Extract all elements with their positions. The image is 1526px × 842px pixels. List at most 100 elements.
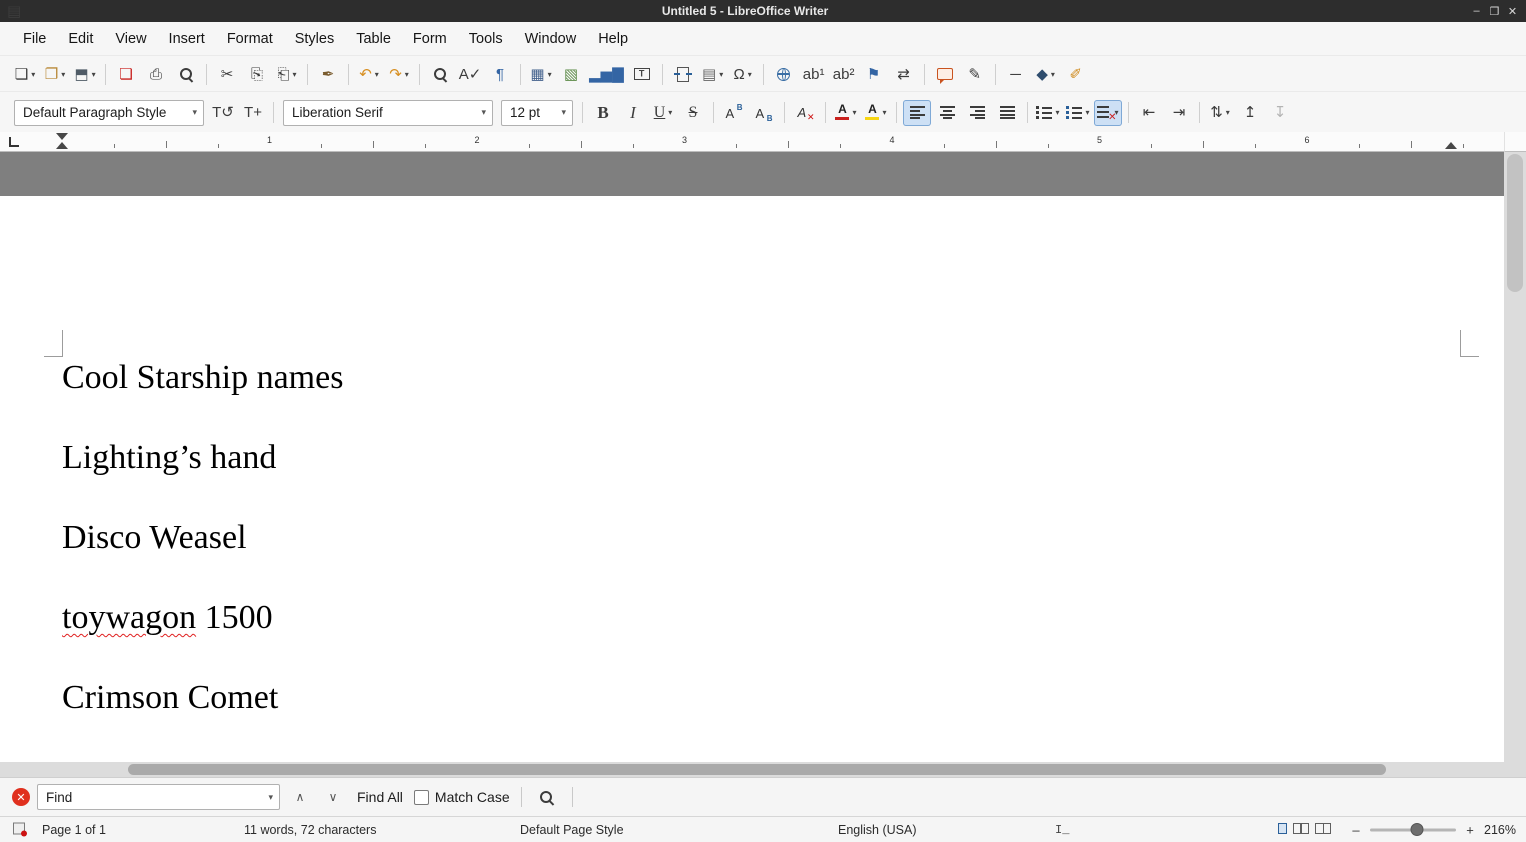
chevron-down-icon[interactable]: ▾ <box>188 107 201 118</box>
right-indent-marker[interactable] <box>1445 142 1457 149</box>
underline-button[interactable]: U▾ <box>649 100 677 126</box>
paragraph[interactable]: toywagon 1500 <box>62 596 1474 640</box>
insert-endnote-button[interactable]: ab² <box>830 61 858 87</box>
single-page-view-button[interactable] <box>1278 823 1287 837</box>
font-size-combobox[interactable]: 12 pt▾ <box>501 100 573 126</box>
dropdown-arrow-icon[interactable]: ▾ <box>668 108 672 117</box>
ruler[interactable]: 123456 <box>0 132 1504 152</box>
font-name-combobox[interactable]: Liberation Serif▾ <box>283 100 493 126</box>
redo-button[interactable]: ↷▾ <box>385 61 413 87</box>
find-previous-button[interactable]: ∧ <box>287 785 313 809</box>
menu-insert[interactable]: Insert <box>158 26 216 52</box>
copy-button[interactable]: ⎘ <box>243 61 271 87</box>
chevron-down-icon[interactable]: ▾ <box>477 107 490 118</box>
bold-button[interactable]: B <box>589 100 617 126</box>
formatting-marks-button[interactable]: ¶ <box>486 61 514 87</box>
insert-field-button[interactable]: ▤▾ <box>699 61 727 87</box>
menu-table[interactable]: Table <box>345 26 402 52</box>
ordered-list-button[interactable]: ▾ <box>1064 100 1092 126</box>
find-next-button[interactable]: ∨ <box>320 785 346 809</box>
open-file-button[interactable]: ❐▾ <box>41 61 69 87</box>
line-spacing-button[interactable]: ⇅▾ <box>1206 100 1234 126</box>
page[interactable]: Cool Starship namesLighting’s handDisco … <box>0 196 1504 762</box>
multi-page-view-button[interactable] <box>1293 823 1309 837</box>
find-all-button[interactable]: Find All <box>353 787 407 807</box>
insert-comment-button[interactable] <box>931 61 959 87</box>
paragraph-style-combobox[interactable]: Default Paragraph Style▾ <box>14 100 204 126</box>
undo-button[interactable]: ↶▾ <box>355 61 383 87</box>
paragraph[interactable]: Crimson Comet <box>62 676 1474 720</box>
font-color-button[interactable]: ▾ <box>832 100 860 126</box>
export-pdf-button[interactable]: ❏ <box>112 61 140 87</box>
language-status[interactable]: English (USA) <box>838 823 917 837</box>
insert-bookmark-button[interactable]: ⚑ <box>860 61 888 87</box>
unsaved-changes-button[interactable] <box>13 822 25 837</box>
track-changes-button[interactable]: ✎ <box>961 61 989 87</box>
dropdown-arrow-icon[interactable]: ▾ <box>405 70 409 79</box>
menu-tools[interactable]: Tools <box>458 26 514 52</box>
print-button[interactable]: ⎙ <box>142 61 170 87</box>
insert-line-button[interactable]: ─ <box>1002 61 1030 87</box>
close-button[interactable]: ✕ <box>1505 5 1520 18</box>
dropdown-arrow-icon[interactable]: ▾ <box>852 108 856 117</box>
chevron-down-icon[interactable]: ▾ <box>557 107 570 118</box>
zoom-out-button[interactable]: – <box>1350 822 1362 837</box>
align-left-button[interactable] <box>903 100 931 126</box>
italic-button[interactable]: I <box>619 100 647 126</box>
menu-styles[interactable]: Styles <box>284 26 346 52</box>
dropdown-arrow-icon[interactable]: ▾ <box>1055 108 1059 117</box>
page-style-status[interactable]: Default Page Style <box>520 823 624 837</box>
paragraph[interactable]: Lighting’s hand <box>62 436 1474 480</box>
menu-help[interactable]: Help <box>587 26 639 52</box>
zoom-level-status[interactable]: 216% <box>1484 823 1516 837</box>
menu-form[interactable]: Form <box>402 26 458 52</box>
dropdown-arrow-icon[interactable]: ▾ <box>293 70 297 79</box>
close-find-bar-button[interactable]: ✕ <box>12 788 30 806</box>
dropdown-arrow-icon[interactable]: ▾ <box>748 70 752 79</box>
spelling-button[interactable]: A✓ <box>456 61 484 87</box>
dropdown-arrow-icon[interactable]: ▾ <box>31 70 35 79</box>
menu-view[interactable]: View <box>104 26 157 52</box>
align-justify-button[interactable] <box>993 100 1021 126</box>
show-draw-functions-button[interactable]: ✐ <box>1062 61 1090 87</box>
decrease-indent-button[interactable]: ⇤ <box>1135 100 1163 126</box>
superscript-button[interactable] <box>720 100 748 126</box>
highlight-color-button[interactable]: ▾ <box>862 100 890 126</box>
page-number-status[interactable]: Page 1 of 1 <box>42 823 106 837</box>
vertical-scrollbar[interactable] <box>1504 152 1526 762</box>
insert-footnote-button[interactable]: ab¹ <box>800 61 828 87</box>
minimize-button[interactable]: – <box>1469 5 1484 18</box>
left-indent-marker[interactable] <box>56 142 68 149</box>
dropdown-arrow-icon[interactable]: ▾ <box>719 70 723 79</box>
dropdown-arrow-icon[interactable]: ▾ <box>92 70 96 79</box>
menu-file[interactable]: File <box>12 26 57 52</box>
find-and-replace-button[interactable] <box>426 61 454 87</box>
increase-indent-button[interactable]: ⇥ <box>1165 100 1193 126</box>
tab-stop-selector-icon[interactable] <box>9 137 19 147</box>
paragraph[interactable]: Disco Weasel <box>62 516 1474 560</box>
clear-formatting-button[interactable] <box>791 100 819 126</box>
new-document-button[interactable]: ❏▾ <box>11 61 39 87</box>
insert-special-character-button[interactable]: Ω▾ <box>729 61 757 87</box>
vertical-scrollbar-thumb[interactable] <box>1507 154 1523 292</box>
insert-cross-reference-button[interactable]: ⇄ <box>890 61 918 87</box>
find-and-replace-dialog-button[interactable] <box>533 784 561 810</box>
unordered-list-button[interactable]: ▾ <box>1034 100 1062 126</box>
increase-paragraph-spacing-button[interactable]: ↥ <box>1236 100 1264 126</box>
zoom-slider-handle[interactable] <box>1411 823 1424 836</box>
align-center-button[interactable] <box>933 100 961 126</box>
find-search-combobox[interactable]: Find ▾ <box>37 784 280 810</box>
insert-chart-button[interactable]: ▂▅▇ <box>587 61 626 87</box>
new-style-button[interactable]: T+ <box>239 100 267 126</box>
match-case-option[interactable]: Match Case <box>414 789 510 805</box>
page-text[interactable]: Cool Starship namesLighting’s handDisco … <box>62 356 1474 756</box>
first-line-indent-marker[interactable] <box>56 133 68 140</box>
chevron-down-icon[interactable]: ▾ <box>264 792 277 803</box>
dropdown-arrow-icon[interactable]: ▾ <box>548 70 552 79</box>
dropdown-arrow-icon[interactable]: ▾ <box>1085 108 1089 117</box>
dropdown-arrow-icon[interactable]: ▾ <box>1051 70 1055 79</box>
insert-text-box-button[interactable] <box>628 61 656 87</box>
dropdown-arrow-icon[interactable]: ▾ <box>882 108 886 117</box>
restore-button[interactable]: ❐ <box>1487 5 1502 18</box>
word-count-status[interactable]: 11 words, 72 characters <box>244 823 376 837</box>
